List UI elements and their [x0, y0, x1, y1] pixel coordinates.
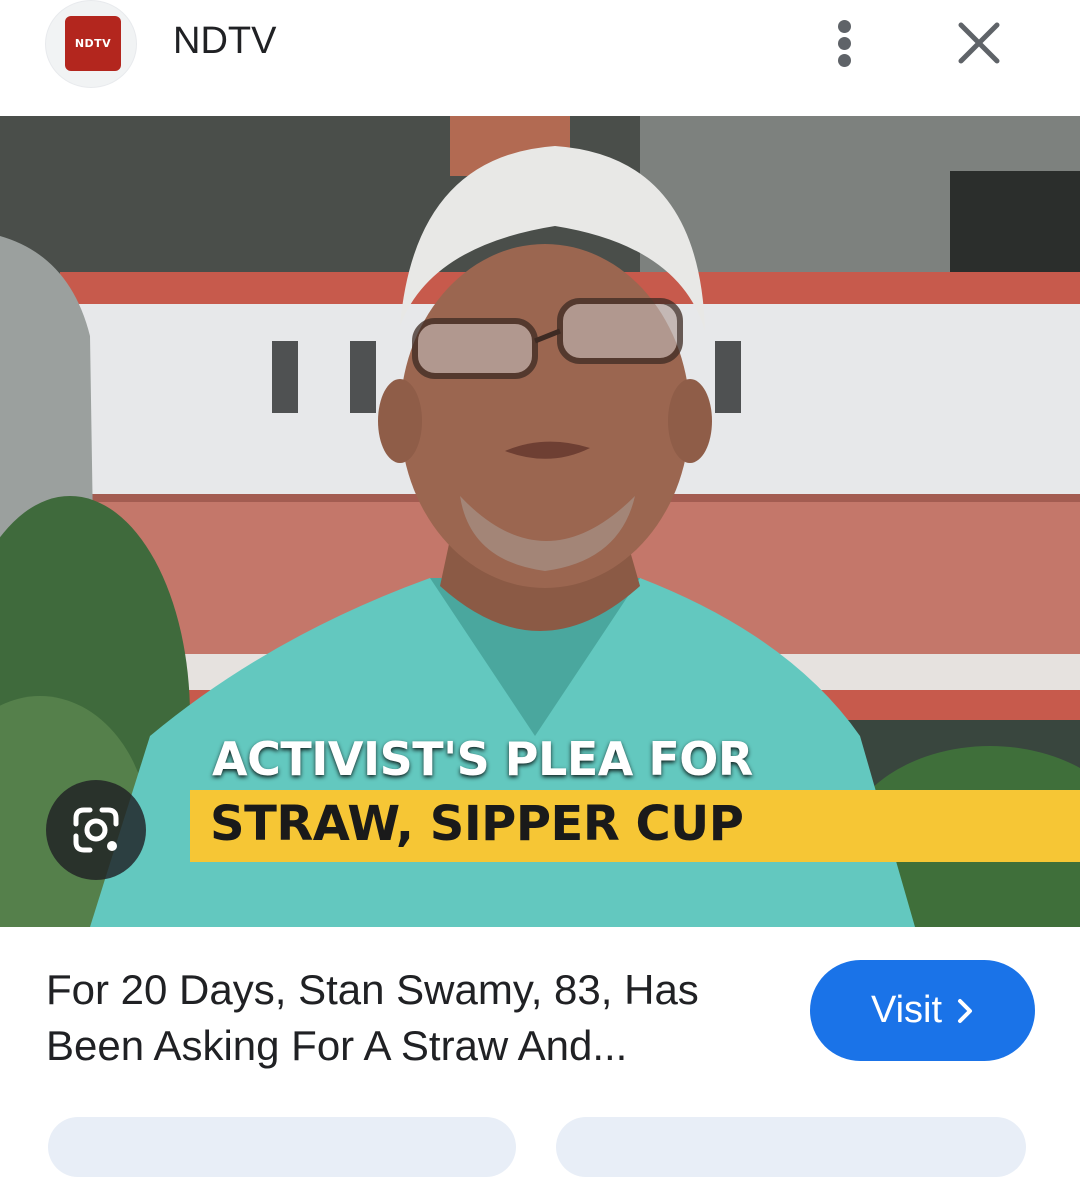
close-icon — [958, 22, 1000, 64]
google-lens-icon — [73, 807, 119, 853]
more-vert-icon-dot — [838, 37, 851, 50]
visit-label: Visit — [870, 989, 943, 1031]
visit-button[interactable]: Visit — [810, 960, 1035, 1061]
close-button[interactable] — [950, 14, 1008, 72]
chevron-right-icon — [958, 998, 973, 1023]
related-chip[interactable] — [556, 1117, 1026, 1177]
more-vert-icon-dot — [838, 20, 851, 33]
more-options-button[interactable] — [822, 10, 868, 76]
related-chip[interactable] — [48, 1117, 516, 1177]
google-lens-button[interactable] — [46, 780, 146, 880]
caption-line-1: ACTIVIST'S PLEA FOR — [212, 732, 753, 786]
result-title[interactable]: For 20 Days, Stan Swamy, 83, Has Been As… — [46, 962, 766, 1074]
ndtv-logo-tile: NDTV — [65, 16, 121, 71]
site-name: NDTV — [173, 20, 277, 62]
app-header: NDTV NDTV — [0, 0, 1080, 116]
more-vert-icon-dot — [838, 54, 851, 67]
caption-line-2: STRAW, SIPPER CUP — [210, 796, 744, 852]
site-logo[interactable]: NDTV — [45, 0, 137, 88]
news-image[interactable]: ACTIVIST'S PLEA FOR STRAW, SIPPER CUP — [0, 116, 1080, 927]
